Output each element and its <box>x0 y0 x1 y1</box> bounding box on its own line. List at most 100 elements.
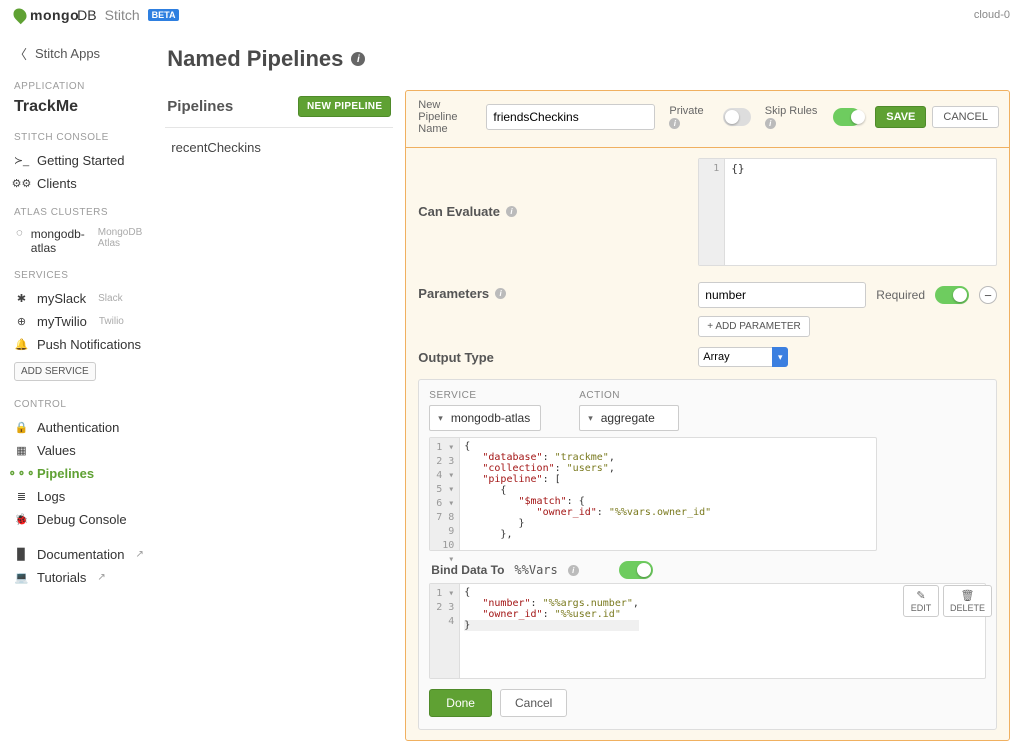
add-service-button[interactable]: ADD SERVICE <box>14 362 96 381</box>
push-label: Push Notifications <box>37 337 141 352</box>
stage-cancel-button[interactable]: Cancel <box>500 689 567 717</box>
info-icon[interactable]: i <box>351 52 365 66</box>
pipelines-header: Pipelines <box>167 98 233 115</box>
sidebar-push[interactable]: 🔔 Push Notifications <box>14 333 147 356</box>
brand-product: Stitch <box>105 7 140 23</box>
private-toggle[interactable] <box>723 108 751 126</box>
delete-stage-button[interactable]: 🗑DELETE <box>943 585 992 617</box>
sidebar-auth[interactable]: 🔒 Authentication <box>14 416 147 439</box>
mongodb-leaf-icon <box>11 6 29 24</box>
getting-started-label: Getting Started <box>37 153 124 168</box>
bind-vars-label: %%Vars <box>514 563 557 577</box>
skip-label: Skip Rules i <box>765 105 820 129</box>
service-header: SERVICE <box>429 390 541 401</box>
main: Named Pipelines i Pipelines NEW PIPELINE… <box>155 28 1024 751</box>
info-icon[interactable]: i <box>495 288 506 299</box>
sidebar-values[interactable]: ▦ Values <box>14 439 147 462</box>
sidebar-twilio[interactable]: ⊕ myTwilio Twilio <box>14 310 147 333</box>
back-link[interactable]: 〈 Stitch Apps <box>14 44 147 63</box>
bind-data-toggle[interactable] <box>619 561 653 579</box>
bell-icon: 🔔 <box>14 339 29 351</box>
cluster-provider: MongoDB Atlas <box>98 227 148 249</box>
pipelines-icon: ⚬⚬⚬ <box>14 468 29 480</box>
clients-icon: ⚙⚙ <box>14 178 29 190</box>
edit-stage-button[interactable]: ✎EDIT <box>903 585 939 617</box>
section-clusters: ATLAS CLUSTERS <box>14 207 147 218</box>
topbar: mongoDB Stitch BETA cloud-0 <box>0 0 1024 28</box>
section-console: STITCH CONSOLE <box>14 132 147 143</box>
sidebar-clients[interactable]: ⚙⚙ Clients <box>14 172 147 195</box>
parameters-label: Parameters i <box>418 282 688 301</box>
terminal-icon: ≻_ <box>14 155 29 167</box>
info-icon[interactable]: i <box>506 206 517 217</box>
brand-mongo: mongo <box>30 7 79 23</box>
info-icon[interactable]: i <box>669 118 680 129</box>
twilio-sub: Twilio <box>99 316 124 327</box>
sidebar-cluster[interactable]: ◌ mongodb-atlas MongoDB Atlas <box>14 224 147 258</box>
required-toggle[interactable] <box>935 286 969 304</box>
pipelines-label: Pipelines <box>37 466 94 481</box>
parameter-name-input[interactable] <box>698 282 866 308</box>
lock-icon: 🔒 <box>14 422 29 434</box>
debug-label: Debug Console <box>37 512 127 527</box>
new-pipeline-button[interactable]: NEW PIPELINE <box>298 96 391 117</box>
bug-icon: 🐞 <box>14 514 29 526</box>
sidebar-pipelines[interactable]: ⚬⚬⚬ Pipelines <box>14 462 147 485</box>
info-icon[interactable]: i <box>765 118 776 129</box>
cancel-button[interactable]: CANCEL <box>932 106 999 128</box>
page-title: Named Pipelines i <box>167 46 1010 72</box>
remove-parameter-button[interactable]: − <box>979 286 997 304</box>
cluster-icon: ◌ <box>14 227 25 239</box>
beta-badge: BETA <box>148 9 180 21</box>
values-icon: ▦ <box>14 445 29 457</box>
action-value: aggregate <box>601 411 655 425</box>
book-icon: ▉ <box>14 549 29 561</box>
logs-label: Logs <box>37 489 65 504</box>
save-button[interactable]: SAVE <box>875 106 926 128</box>
external-link-icon: ↗ <box>97 572 105 583</box>
can-evaluate-editor[interactable]: 1 {} <box>698 158 997 266</box>
section-application: APPLICATION <box>14 81 147 92</box>
pipelines-panel: Pipelines NEW PIPELINE recentCheckins <box>165 90 393 167</box>
brand-db: DB <box>77 7 96 23</box>
name-label: New Pipeline Name <box>418 99 472 135</box>
service-select[interactable]: mongodb-atlas <box>429 405 541 431</box>
external-link-icon: ↗ <box>135 549 143 560</box>
service-value: mongodb-atlas <box>451 411 530 425</box>
trash-icon: 🗑 <box>961 589 975 602</box>
done-button[interactable]: Done <box>429 689 492 717</box>
twilio-label: myTwilio <box>37 314 87 329</box>
action-header: ACTION <box>579 390 679 401</box>
action-select[interactable]: aggregate <box>579 405 679 431</box>
sidebar-debug[interactable]: 🐞 Debug Console <box>14 508 147 531</box>
sidebar-logs[interactable]: ≣ Logs <box>14 485 147 508</box>
editor-topbar: New Pipeline Name Private i Skip Rules i… <box>406 91 1009 148</box>
twilio-icon: ⊕ <box>14 316 29 328</box>
add-parameter-button[interactable]: + ADD PARAMETER <box>698 316 809 337</box>
sidebar-docs[interactable]: ▉ Documentation ↗ <box>14 543 147 566</box>
values-label: Values <box>37 443 76 458</box>
laptop-icon: 💻 <box>14 572 29 584</box>
slack-icon: ✱ <box>14 293 29 305</box>
pencil-icon: ✎ <box>916 589 925 602</box>
chevron-left-icon: 〈 <box>14 44 27 63</box>
private-label: Private i <box>669 105 709 129</box>
section-services: SERVICES <box>14 270 147 281</box>
section-control: CONTROL <box>14 399 147 410</box>
stage-code-editor[interactable]: 1 ▾ 2 3 4 ▾ 5 ▾ 6 ▾ 7 8 9 10 ▾ { "databa… <box>429 437 877 551</box>
sidebar: 〈 Stitch Apps APPLICATION TrackMe STITCH… <box>0 28 155 751</box>
app-name: TrackMe <box>14 98 147 116</box>
skip-rules-toggle[interactable] <box>833 108 861 126</box>
sidebar-slack[interactable]: ✱ mySlack Slack <box>14 287 147 310</box>
sidebar-tutorials[interactable]: 💻 Tutorials ↗ <box>14 566 147 589</box>
output-type-select[interactable]: ▾ <box>698 347 788 367</box>
pipeline-name-input[interactable] <box>486 104 655 130</box>
info-icon[interactable]: i <box>568 565 579 576</box>
brand: mongoDB Stitch BETA <box>14 7 179 23</box>
required-label: Required <box>876 288 925 302</box>
pipeline-list-item[interactable]: recentCheckins <box>165 128 393 167</box>
sidebar-getting-started[interactable]: ≻_ Getting Started <box>14 149 147 172</box>
logs-icon: ≣ <box>14 491 29 503</box>
auth-label: Authentication <box>37 420 119 435</box>
docs-label: Documentation <box>37 547 124 562</box>
